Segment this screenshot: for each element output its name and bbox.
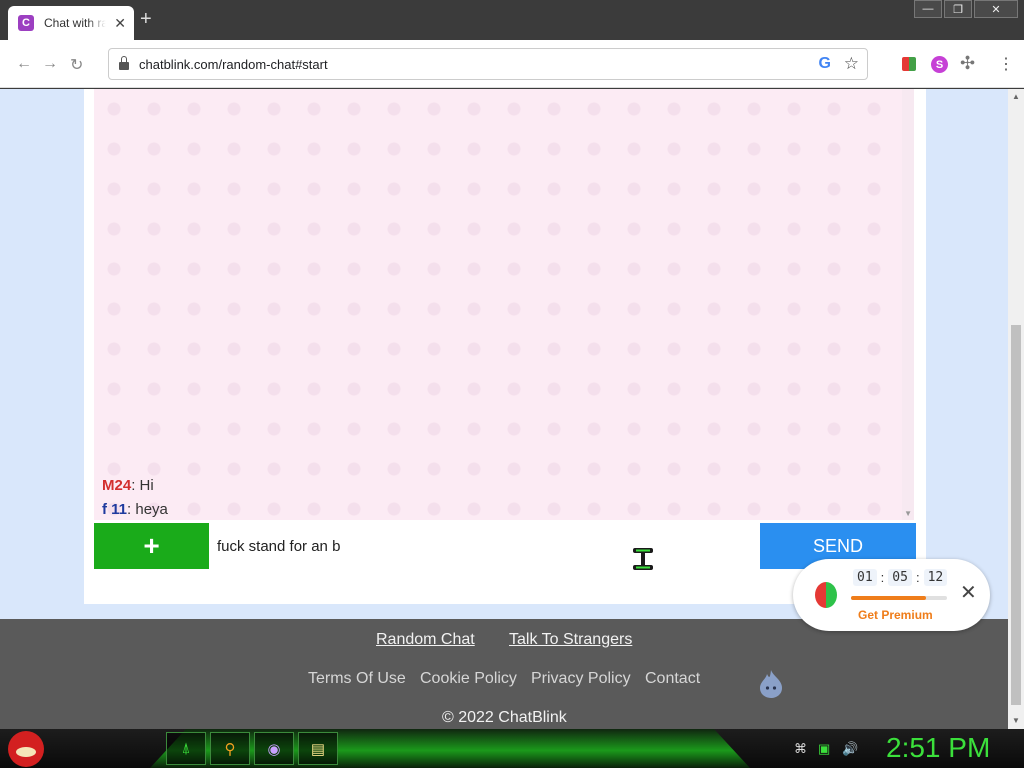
tab-title: Chat with random strangers: [44, 16, 106, 30]
tab-close-icon[interactable]: ✕: [114, 15, 126, 32]
forward-icon[interactable]: →: [42, 55, 58, 73]
footer-link-cookie-policy[interactable]: Cookie Policy: [420, 670, 517, 688]
extension-s-icon[interactable]: S: [931, 56, 948, 73]
get-premium-link[interactable]: Get Premium: [858, 608, 933, 622]
back-icon[interactable]: ←: [16, 55, 32, 73]
text-cursor-icon: [633, 548, 653, 570]
minimize-icon[interactable]: —: [914, 0, 942, 18]
scroll-up-arrow-icon[interactable]: ▲: [1012, 92, 1020, 101]
message-text: heya: [135, 501, 168, 518]
browser-toolbar: ← → ↻ chatblink.com/random-chat#start G …: [0, 40, 1024, 88]
search-icon[interactable]: ⚲: [210, 732, 250, 765]
extensions-puzzle-icon[interactable]: ✣: [960, 53, 975, 74]
message-area: M24: Hi f 11: heya ▼: [94, 89, 914, 520]
footer-link-privacy-policy[interactable]: Privacy Policy: [531, 670, 631, 688]
media-icon[interactable]: ◉: [254, 732, 294, 765]
close-icon[interactable]: ✕: [960, 583, 977, 603]
timer-progress-fill: [851, 596, 926, 600]
chat-input-row: + SEND: [94, 523, 916, 569]
footer-link-terms[interactable]: Terms Of Use: [308, 670, 406, 688]
os-taskbar: ⍋ ⚲ ◉ ▤ ⌘ ▣ 🔊 2:51 PM: [0, 729, 1024, 768]
page-viewport: M24: Hi f 11: heya ▼ + SEND Random Chat …: [0, 89, 1024, 729]
message-scrollbar[interactable]: ▼: [902, 89, 914, 520]
url-text: chatblink.com/random-chat#start: [139, 56, 328, 72]
chat-message: M24: Hi: [102, 477, 154, 494]
add-attachment-button[interactable]: +: [94, 523, 209, 569]
footer-link-talk-to-strangers[interactable]: Talk To Strangers: [509, 631, 632, 649]
flame-icon[interactable]: [758, 669, 784, 699]
scroll-thumb[interactable]: [1011, 325, 1021, 705]
timer-progress-bar: [851, 596, 947, 600]
bookmark-star-icon[interactable]: ☆: [844, 54, 859, 74]
lock-icon: [119, 56, 129, 70]
chat-message: f 11: heya: [102, 501, 168, 518]
tray-network-icon[interactable]: ▣: [818, 741, 830, 757]
pie-logo-icon: [815, 582, 837, 608]
page-scrollbar[interactable]: ▲ ▼: [1008, 89, 1024, 729]
terminal-icon[interactable]: ⍋: [166, 732, 206, 765]
files-icon[interactable]: ▤: [298, 732, 338, 765]
restore-icon[interactable]: ❐: [944, 0, 972, 18]
taskbar-clock[interactable]: 2:51 PM: [886, 732, 990, 764]
reload-icon[interactable]: ↻: [70, 55, 83, 75]
timer-hours: 01: [853, 569, 877, 586]
new-tab-button[interactable]: +: [140, 9, 152, 29]
footer-copyright: © 2022 ChatBlink: [442, 709, 567, 726]
timer-minutes: 05: [888, 569, 912, 586]
browser-menu-icon[interactable]: ⋮: [998, 54, 1014, 74]
scroll-down-arrow-icon[interactable]: ▼: [1012, 716, 1020, 725]
tab-chatblink[interactable]: C Chat with random strangers ✕: [8, 6, 134, 40]
browser-titlebar: C Chat with random strangers ✕ + — ❐ ✕: [0, 0, 1024, 40]
chatblink-favicon-icon: C: [18, 15, 34, 31]
tray-keyboard-icon[interactable]: ⌘: [794, 741, 807, 757]
countdown-timer: 01 : 05 : 12: [853, 569, 948, 586]
extension-flag-icon[interactable]: [902, 57, 916, 71]
timer-seconds: 12: [923, 569, 948, 586]
message-nick: f 11: [102, 501, 128, 518]
start-button-bird-icon[interactable]: [8, 731, 44, 767]
message-input[interactable]: [209, 523, 760, 569]
address-bar[interactable]: chatblink.com/random-chat#start G ☆: [108, 48, 868, 80]
chat-card: M24: Hi f 11: heya ▼ + SEND: [84, 89, 926, 604]
footer-link-contact[interactable]: Contact: [645, 670, 700, 688]
message-nick: M24: [102, 477, 132, 494]
google-icon[interactable]: G: [819, 55, 831, 73]
scroll-down-arrow-icon[interactable]: ▼: [904, 509, 912, 518]
premium-timer-widget[interactable]: 01 : 05 : 12 Get Premium ✕: [793, 559, 990, 631]
message-text: Hi: [139, 477, 154, 494]
footer-link-random-chat[interactable]: Random Chat: [376, 631, 475, 649]
site-footer: Random Chat Talk To Strangers Terms Of U…: [0, 619, 1008, 729]
window-controls: — ❐ ✕: [914, 0, 1018, 18]
close-window-icon[interactable]: ✕: [974, 0, 1018, 18]
tray-volume-icon[interactable]: 🔊: [842, 741, 858, 757]
